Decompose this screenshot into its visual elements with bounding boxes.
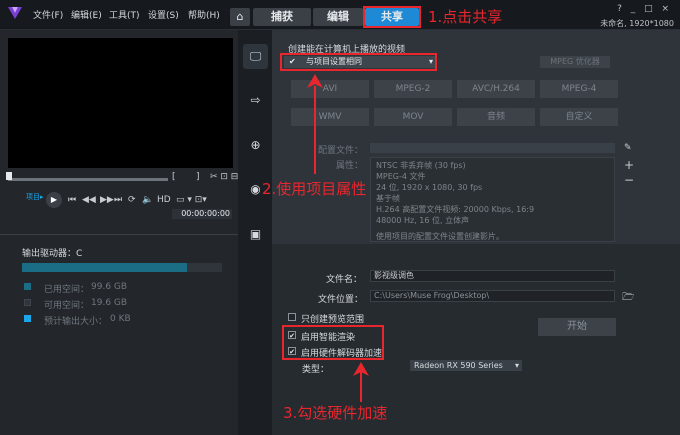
tab-capture[interactable]: 捕获 (253, 8, 311, 26)
preview-only-label: 只创建预览范围 (301, 315, 365, 325)
add-profile-icon[interactable]: + (624, 158, 634, 172)
property-line: MPEG-4 文件 (376, 172, 426, 181)
location-label: 文件位置： (318, 295, 364, 305)
arrow-up-icon (353, 362, 369, 376)
used-space-value: 99.6 GB (91, 282, 128, 292)
free-space-value: 19.6 GB (91, 298, 128, 308)
playhead-handle[interactable] (6, 172, 12, 180)
tab-edit[interactable]: 编辑 (313, 8, 363, 26)
estimate-size-value: 0 KB (110, 314, 131, 324)
preview-only-checkbox[interactable] (288, 313, 296, 321)
checkbox-highlight (282, 325, 384, 360)
free-space-swatch (24, 299, 31, 306)
go-end-icon[interactable]: ⏭ (114, 195, 122, 205)
property-line: 48000 Hz, 16 位, 立体声 (376, 216, 470, 225)
split-icon[interactable]: ✂ ⊡ ⊟ (210, 172, 238, 182)
menu-help[interactable]: 帮助(H) (188, 8, 220, 21)
gpu-value: Radeon RX 590 Series (414, 361, 503, 370)
mpeg-optimizer-button[interactable]: MPEG 优化器 (540, 56, 610, 68)
chevron-down-icon: ▾ (514, 361, 519, 370)
divider (0, 234, 238, 235)
gpu-dropdown[interactable]: Radeon RX 590 Series ▾ (410, 360, 522, 371)
menu-file[interactable]: 文件(F) (33, 8, 63, 21)
free-space-label: 可用空间： (44, 301, 90, 311)
prev-frame-icon[interactable]: ◀◀ (82, 195, 96, 205)
volume-icon[interactable]: 🔈 (142, 195, 153, 205)
used-space-swatch (24, 283, 31, 290)
mark-in-icon[interactable]: [ (172, 172, 176, 182)
next-frame-icon[interactable]: ▶▶ (100, 195, 114, 205)
annotation-arrow-step3 (360, 372, 362, 402)
annotation-arrow-step2 (314, 86, 316, 174)
properties-label: 属性： (336, 161, 364, 171)
format-custom[interactable]: 自定义 (540, 108, 618, 126)
home-icon: ⌂ (236, 10, 244, 23)
home-button[interactable]: ⌂ (230, 8, 250, 26)
format-audio[interactable]: 音频 (457, 108, 535, 126)
type-label: 类型： (302, 365, 330, 375)
menu-tools[interactable]: 工具(T) (109, 8, 140, 21)
annotation-step2: 2.使用项目属性 (262, 180, 367, 198)
project-info: 未命名, 1920*1080 (600, 19, 674, 28)
play-icon: ▶ (50, 195, 58, 204)
property-line: 基于帧 (376, 194, 400, 203)
window-controls[interactable]: ? _ □ × (617, 4, 672, 14)
share-tab-highlight (363, 6, 421, 28)
estimate-size-label: 预计输出大小： (44, 317, 108, 327)
output-drive-label: 输出驱动器：C (22, 249, 83, 259)
hd-toggle[interactable]: HD (157, 195, 171, 205)
arrow-up-icon (307, 74, 323, 88)
used-space-label: 已用空间： (44, 285, 90, 295)
project-mode-label[interactable]: 项目▸ (26, 192, 44, 202)
menu-settings[interactable]: 设置(S) (148, 8, 179, 21)
repeat-icon[interactable]: ⟳ (128, 195, 136, 205)
annotation-step1: 1.点击共享 (428, 8, 503, 26)
format-mov[interactable]: MOV (374, 108, 452, 126)
mark-out-icon[interactable]: ] (196, 172, 200, 182)
start-button[interactable]: 开始 (538, 318, 616, 336)
format-mpeg4[interactable]: MPEG-4 (540, 80, 618, 98)
folder-icon[interactable]: 🗁 (622, 290, 634, 307)
format-mpeg2[interactable]: MPEG-2 (374, 80, 452, 98)
timecode-display[interactable]: 00:00:00:00 (172, 209, 232, 219)
properties-note: 使用项目的配置文件设置创建影片。 (376, 232, 504, 241)
play-button[interactable]: ▶ (46, 192, 62, 208)
app-logo-icon (8, 7, 22, 19)
monitor-icon: 🖵 (249, 49, 262, 63)
menu-edit[interactable]: 编辑(E) (71, 8, 102, 21)
drive-usage-fill (22, 263, 187, 272)
estimate-swatch (24, 315, 31, 322)
profile-label: 配置文件： (318, 146, 364, 156)
go-start-icon[interactable]: ⏮ (68, 195, 76, 205)
edit-profile-icon[interactable]: ✎ (624, 143, 632, 153)
preview-window (8, 38, 233, 168)
property-line: NTSC 非丢弃帧 (30 fps) (376, 161, 466, 170)
format-avc[interactable]: AVC/H.264 (457, 80, 535, 98)
format-wmv[interactable]: WMV (291, 108, 369, 126)
format-avi[interactable]: AVI (291, 80, 369, 98)
property-line: H.264 高配置文件视频: 20000 Kbps, 16:9 (376, 205, 535, 214)
web-icon[interactable]: ⊕ (243, 138, 268, 152)
preview-scrubber[interactable] (8, 178, 168, 181)
filename-input[interactable]: 影视级调色 (370, 270, 615, 282)
location-input[interactable]: C:\Users\Muse Frog\Desktop\ (370, 290, 615, 302)
remove-profile-icon[interactable]: − (624, 173, 634, 187)
annotation-step3: 3.勾选硬件加速 (283, 404, 388, 422)
device-icon[interactable]: ⇨ (243, 93, 268, 107)
property-line: 24 位, 1920 x 1080, 30 fps (376, 183, 483, 192)
aspect-icon[interactable]: ▭ ▾ ⊡▾ (176, 195, 207, 205)
filename-label: 文件名： (326, 275, 363, 285)
preset-highlight (280, 53, 437, 71)
3d-icon[interactable]: ▣ (243, 227, 268, 241)
profile-dropdown[interactable] (370, 143, 615, 153)
